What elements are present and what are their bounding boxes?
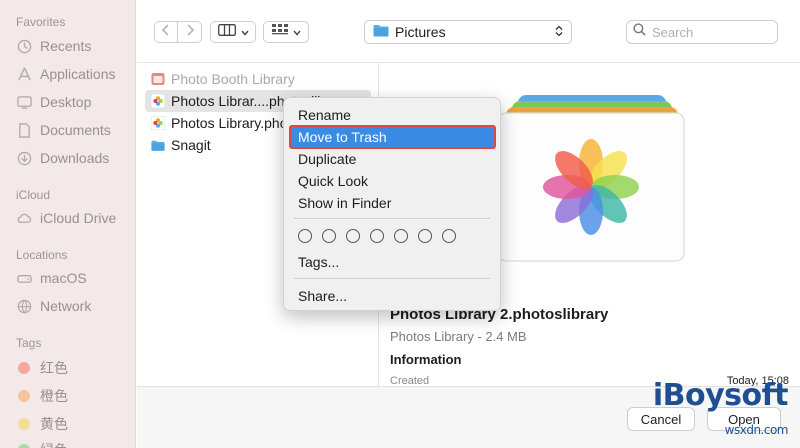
folder-icon (373, 24, 389, 40)
context-menu: Rename Move to Trash Duplicate Quick Loo… (283, 97, 501, 311)
sidebar-item-downloads[interactable]: Downloads (16, 150, 109, 166)
menu-item-share[interactable]: Share... (298, 288, 347, 304)
forward-button[interactable] (177, 21, 202, 43)
network-icon (16, 298, 32, 314)
tag-circle[interactable] (418, 229, 432, 243)
tag-circle[interactable] (298, 229, 312, 243)
chevron-right-icon (185, 23, 195, 41)
sidebar-tag-green[interactable]: 绿色 (16, 440, 68, 448)
sidebar-item-desktop[interactable]: Desktop (16, 94, 91, 110)
menu-item-rename[interactable]: Rename (298, 107, 351, 123)
search-icon (633, 23, 646, 41)
sidebar-item-label: Applications (40, 66, 116, 82)
sidebar-item-label: Network (40, 298, 92, 314)
chevron-down-icon (240, 23, 249, 41)
tag-color-dot (18, 362, 30, 374)
menu-item-label: Move to Trash (298, 129, 387, 145)
watermark-logo: iBoysoft wsxdn.com (653, 378, 789, 442)
applications-icon (16, 66, 32, 82)
sidebar-item-applications[interactable]: Applications (16, 66, 116, 82)
location-label: Pictures (395, 24, 446, 40)
search-input[interactable] (652, 24, 772, 40)
tag-circle[interactable] (322, 229, 336, 243)
menu-item-duplicate[interactable]: Duplicate (298, 151, 356, 167)
sidebar: Favorites Recents Applications Desktop D… (0, 0, 136, 448)
tag-circle[interactable] (442, 229, 456, 243)
menu-separator (294, 278, 490, 279)
photos-icon (151, 116, 165, 130)
preview-info-heading: Information (390, 352, 462, 367)
location-popup[interactable]: Pictures (364, 20, 572, 44)
chevron-down-icon (292, 23, 301, 41)
sidebar-item-label: Recents (40, 38, 92, 54)
tag-circle[interactable] (346, 229, 360, 243)
sidebar-item-label: 红色 (40, 360, 68, 376)
file-row-photo-booth-library[interactable]: Photo Booth Library (145, 68, 371, 90)
group-button[interactable] (263, 21, 309, 43)
sidebar-section-favorites: Favorites (16, 15, 66, 29)
menu-separator (294, 218, 490, 219)
download-icon (16, 150, 32, 166)
grid-icon (271, 23, 288, 41)
columns-view-icon (217, 23, 236, 41)
photos-app-icon (497, 93, 688, 263)
sidebar-item-macos[interactable]: macOS (16, 270, 87, 286)
toolbar: Pictures (137, 0, 800, 62)
file-name: Photo Booth Library (171, 71, 295, 87)
sidebar-tag-red[interactable]: 红色 (16, 358, 68, 378)
sidebar-item-label: 绿色 (40, 440, 68, 448)
view-mode-button[interactable] (210, 21, 256, 43)
sidebar-item-label: Desktop (40, 94, 92, 110)
sidebar-item-label: macOS (40, 270, 87, 286)
tag-circle[interactable] (394, 229, 408, 243)
desktop-icon (16, 94, 32, 110)
sidebar-item-network[interactable]: Network (16, 298, 91, 314)
tag-color-dot (18, 444, 30, 448)
photos-icon (151, 94, 165, 108)
folder-icon (151, 138, 165, 152)
disk-icon (16, 270, 32, 286)
sidebar-item-label: Documents (40, 122, 111, 138)
document-icon (16, 122, 32, 138)
sidebar-item-label: 黄色 (40, 416, 68, 432)
tag-circle[interactable] (370, 229, 384, 243)
menu-item-move-to-trash[interactable]: Move to Trash (289, 125, 496, 149)
sidebar-item-label: iCloud Drive (40, 210, 117, 226)
menu-item-show-in-finder[interactable]: Show in Finder (298, 195, 391, 211)
file-name: Snagit (171, 137, 211, 153)
chevron-left-icon (161, 23, 171, 41)
sidebar-item-documents[interactable]: Documents (16, 122, 111, 138)
sidebar-section-locations: Locations (16, 248, 68, 262)
sidebar-item-recents[interactable]: Recents (16, 38, 91, 54)
watermark-domain: wsxdn.com (724, 423, 789, 437)
search-field[interactable] (626, 20, 778, 44)
photo-booth-icon (151, 72, 165, 86)
sidebar-item-label: Downloads (40, 150, 110, 166)
sidebar-section-icloud: iCloud (16, 188, 51, 202)
clock-icon (16, 38, 32, 54)
tag-color-dot (18, 418, 30, 430)
menu-item-tags[interactable]: Tags... (298, 254, 339, 270)
sidebar-item-icloud-drive[interactable]: iCloud Drive (16, 210, 116, 226)
sidebar-tag-orange[interactable]: 橙色 (16, 386, 68, 406)
up-down-chevron-icon (555, 24, 563, 40)
tag-color-dot (18, 390, 30, 402)
sidebar-tag-yellow[interactable]: 黄色 (16, 414, 68, 434)
back-button[interactable] (154, 21, 178, 43)
preview-subtitle: Photos Library - 2.4 MB (390, 329, 527, 344)
cloud-icon (16, 210, 32, 226)
sidebar-item-label: 橙色 (40, 388, 68, 404)
tag-color-picker (298, 229, 466, 243)
menu-item-quick-look[interactable]: Quick Look (298, 173, 368, 189)
sidebar-section-tags: Tags (16, 336, 42, 350)
